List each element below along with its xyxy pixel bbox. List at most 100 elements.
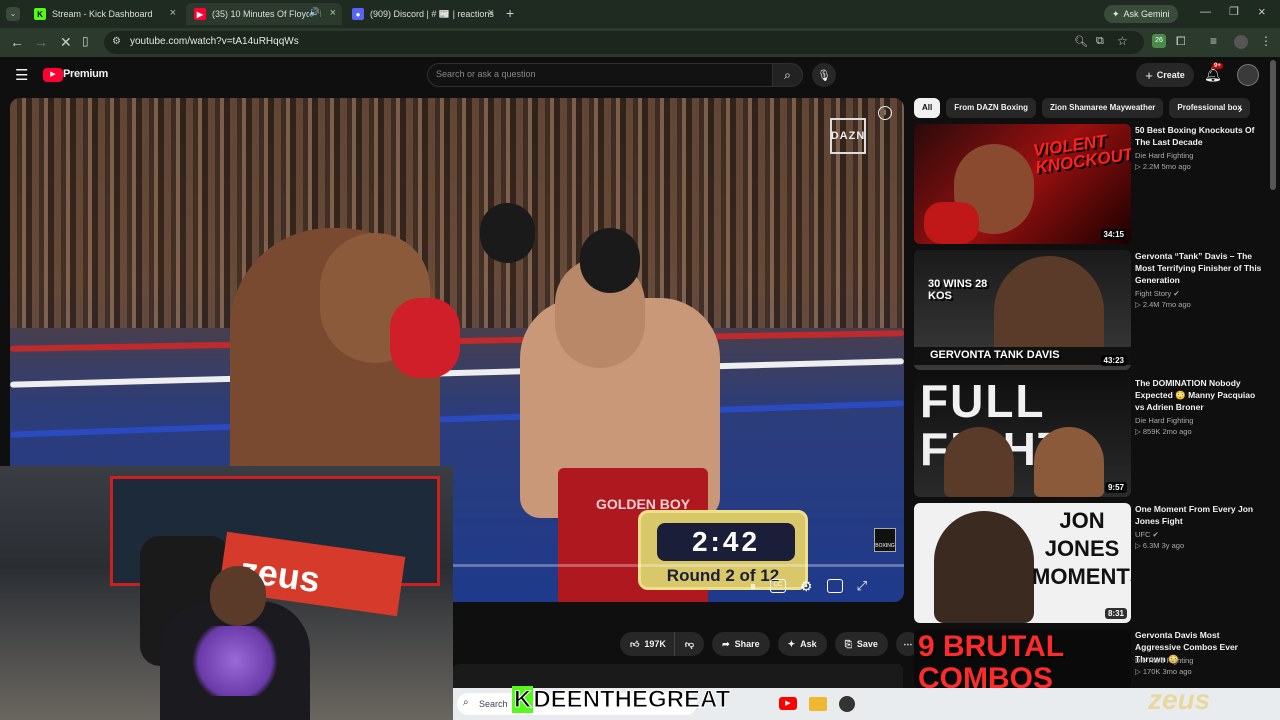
- search-button[interactable]: ⌕: [773, 63, 803, 87]
- channel-name[interactable]: Die Hard Fighting: [1135, 656, 1193, 665]
- youtube-logo-icon[interactable]: ▶: [43, 68, 63, 82]
- chip-zion[interactable]: Zion Shamaree Mayweather: [1042, 98, 1164, 118]
- thumbnail-text-label: JON JONES MOMENTS: [1032, 508, 1131, 589]
- address-bar[interactable]: ⚙ youtube.com/watch?v=tA14uRHqqWs 🔍︎ ⧉ ☆: [104, 31, 1144, 54]
- site-info-icon[interactable]: ⚙: [112, 36, 121, 47]
- fullscreen-icon[interactable]: ⤢: [857, 578, 867, 594]
- close-icon[interactable]: ×: [488, 7, 494, 19]
- forward-icon[interactable]: →: [34, 34, 48, 50]
- bookmark-star-icon[interactable]: ☆: [1117, 34, 1128, 48]
- video-thumbnail[interactable]: 9 BRUTAL COMBOS: [914, 629, 1131, 689]
- description-box[interactable]: [453, 664, 903, 688]
- youtube-taskbar-icon[interactable]: ▶: [779, 697, 797, 710]
- settings-gear-icon[interactable]: ⚙: [800, 578, 813, 595]
- video-title[interactable]: 50 Best Boxing Knockouts Of The Last Dec…: [1135, 124, 1265, 148]
- hamburger-menu-icon[interactable]: ☰: [15, 66, 28, 84]
- video-crowd-background: [10, 98, 904, 328]
- zoom-icon[interactable]: 🔍︎: [1074, 35, 1088, 48]
- window-close-icon[interactable]: ×: [1258, 4, 1266, 19]
- video-title[interactable]: Gervonta “Tank” Davis – The Most Terrify…: [1135, 250, 1265, 286]
- tab-title: (909) Discord | # 📰 | reactions: [370, 8, 494, 19]
- video-thumbnail[interactable]: 30 WINS 28 KOS GERVONTA TANK DAVIS 43:23: [914, 250, 1131, 370]
- dislike-button[interactable]: 👎︎: [673, 632, 705, 656]
- recommendation-item[interactable]: 9 BRUTAL COMBOS Gervonta Davis Most Aggr…: [914, 629, 1274, 689]
- chip-from-dazn[interactable]: From DAZN Boxing: [946, 98, 1037, 118]
- account-avatar[interactable]: [1237, 64, 1259, 86]
- recommendation-item[interactable]: VIOLENT KNOCKOUTS 34:15 50 Best Boxing K…: [914, 124, 1274, 244]
- app-taskbar-icon[interactable]: [839, 696, 855, 712]
- thumbnail-text-secondary: 30 WINS 28 KOS: [928, 278, 988, 302]
- channel-name[interactable]: UFC ✔: [1135, 530, 1159, 539]
- notifications-badge: 9+: [1212, 63, 1223, 69]
- ring-rope: [10, 358, 904, 388]
- youtube-premium-logo-text[interactable]: Premium: [63, 68, 108, 80]
- sidebar-toggle-icon[interactable]: ▯: [82, 34, 89, 48]
- speaker-icon[interactable]: 🔊: [308, 7, 320, 18]
- like-button[interactable]: 👍︎ 197K: [620, 632, 674, 656]
- video-thumbnail[interactable]: VIOLENT KNOCKOUTS 34:15: [914, 124, 1131, 244]
- chevron-right-icon[interactable]: ›: [1238, 100, 1243, 116]
- maximize-icon[interactable]: ❐: [1229, 5, 1239, 18]
- install-app-icon[interactable]: ⧉: [1096, 35, 1104, 48]
- recommendation-item[interactable]: 30 WINS 28 KOS GERVONTA TANK DAVIS 43:23…: [914, 250, 1274, 370]
- youtube-header: ☰ ▶ Premium Search or ask a question ⌕ 🎙…: [0, 57, 1280, 93]
- duration-badge: 43:23: [1100, 355, 1127, 366]
- webcam-streamer-head: [210, 566, 266, 626]
- reading-list-icon[interactable]: ≡: [1210, 34, 1217, 48]
- video-meta-text: 170K 3mo ago: [1142, 667, 1192, 676]
- recommendation-item[interactable]: JON JONES MOMENTS 8:31 One Moment From E…: [914, 503, 1274, 623]
- new-tab-button[interactable]: +: [506, 5, 514, 21]
- video-thumbnail[interactable]: JON JONES MOMENTS 8:31: [914, 503, 1131, 623]
- subtitles-icon[interactable]: CC: [770, 579, 787, 593]
- info-icon[interactable]: i: [878, 106, 892, 120]
- miniplayer-icon[interactable]: [826, 579, 843, 593]
- views-icon: ▷: [1135, 667, 1143, 676]
- duration-badge: 8:31: [1104, 608, 1127, 619]
- video-title[interactable]: The DOMINATION Nobody Expected 😳 Manny P…: [1135, 377, 1265, 413]
- ask-gemini-button[interactable]: ✦ Ask Gemini: [1104, 5, 1178, 23]
- thumbnail-text: JON JONES MOMENTS: [1032, 507, 1131, 591]
- create-button[interactable]: + Create: [1136, 63, 1194, 87]
- share-button[interactable]: ➦ Share: [712, 632, 770, 656]
- file-explorer-icon[interactable]: [809, 697, 827, 711]
- views-icon: ▷: [1135, 300, 1143, 309]
- extension-icon[interactable]: 26: [1152, 34, 1166, 48]
- channel-name[interactable]: Die Hard Fighting: [1135, 151, 1193, 160]
- tab-kick-dashboard[interactable]: K Stream - Kick Dashboard ×: [26, 3, 182, 25]
- save-button[interactable]: ⎘ Save: [834, 632, 888, 656]
- pause-icon[interactable]: ⏸: [750, 579, 756, 594]
- progress-bar[interactable]: [450, 564, 904, 567]
- tab-discord[interactable]: ● (909) Discord | # 📰 | reactions ×: [344, 3, 500, 25]
- tab-search-button[interactable]: ⌄: [6, 7, 20, 21]
- profile-avatar[interactable]: [1234, 35, 1248, 49]
- voice-search-button[interactable]: 🎙︎: [812, 63, 836, 87]
- minimize-icon[interactable]: —: [1200, 6, 1211, 18]
- chip-all[interactable]: All: [914, 98, 941, 118]
- browser-toolbar: ← → ✕ ▯ ⚙ youtube.com/watch?v=tA14uRHqqW…: [0, 28, 1280, 57]
- back-icon[interactable]: ←: [10, 34, 24, 50]
- channel-name[interactable]: Fight Story ✔: [1135, 289, 1180, 298]
- youtube-icon: ▶: [194, 8, 206, 20]
- ask-button[interactable]: ✦ Ask: [777, 632, 827, 656]
- tab-youtube-video[interactable]: ▶ (35) 10 Minutes Of Floyd M 🔊 ×: [186, 3, 342, 25]
- close-icon[interactable]: ×: [170, 7, 176, 19]
- video-meta-text: 2.4M 7mo ago: [1142, 300, 1191, 309]
- stop-loading-icon[interactable]: ✕: [60, 34, 72, 51]
- menu-kebab-icon[interactable]: ⋮: [1260, 34, 1272, 48]
- video-thumbnail[interactable]: FULL FIGHT 9:57: [914, 377, 1131, 497]
- sparkle-icon: ✦: [787, 638, 796, 649]
- video-meta: ▷ 859K 2mo ago: [1135, 427, 1192, 436]
- close-icon[interactable]: ×: [330, 7, 336, 19]
- ask-label: Ask: [800, 639, 817, 649]
- verified-check-icon: ✔: [1173, 289, 1180, 298]
- url-text: youtube.com/watch?v=tA14uRHqqWs: [130, 36, 299, 47]
- channel-name[interactable]: Die Hard Fighting: [1135, 416, 1193, 425]
- channel-name-text: UFC: [1135, 530, 1151, 539]
- streamer-webcam-overlay: zeus: [0, 466, 453, 720]
- video-glove: [580, 228, 640, 293]
- thumbnail-text: GERVONTA TANK DAVIS: [930, 349, 1060, 361]
- video-title[interactable]: One Moment From Every Jon Jones Fight: [1135, 503, 1265, 527]
- search-input[interactable]: Search or ask a question: [427, 63, 773, 87]
- recommendation-item[interactable]: FULL FIGHT 9:57 The DOMINATION Nobody Ex…: [914, 377, 1274, 497]
- extensions-puzzle-icon[interactable]: ⧠: [1176, 34, 1186, 49]
